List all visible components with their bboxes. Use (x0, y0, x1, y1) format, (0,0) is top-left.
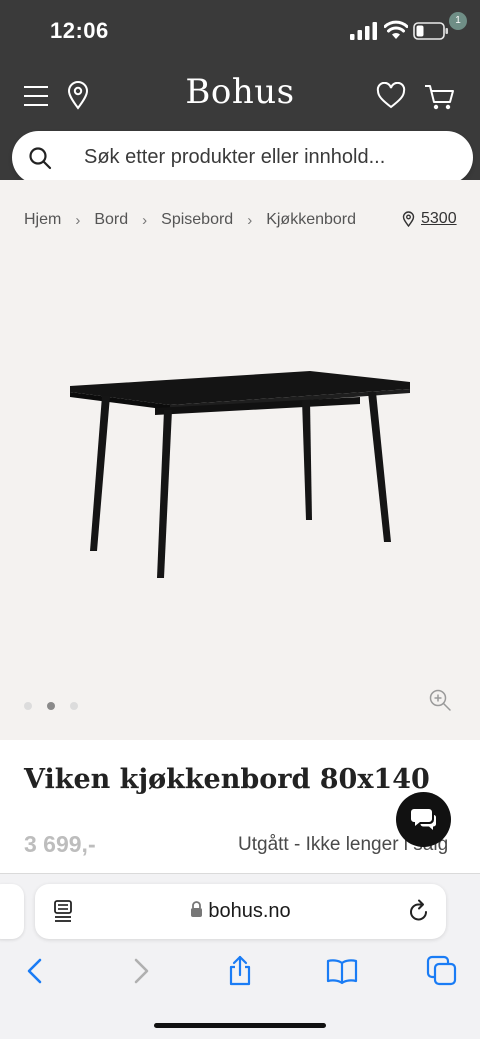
gallery-pagination (24, 702, 93, 710)
location-pin-icon (402, 211, 415, 227)
zoom-in-icon[interactable] (428, 688, 452, 712)
battery-icon (413, 22, 448, 40)
status-time: 12:06 (50, 18, 109, 43)
breadcrumb-home[interactable]: Hjem (24, 211, 61, 229)
gallery-dot[interactable] (24, 702, 32, 710)
previous-tab-peek[interactable] (0, 884, 24, 939)
breadcrumb-bord[interactable]: Bord (94, 211, 128, 229)
back-arrow-icon[interactable] (20, 955, 52, 987)
cellular-signal-icon (350, 22, 377, 40)
shopping-cart-icon[interactable] (423, 80, 457, 112)
zip-code: 5300 (421, 210, 457, 227)
breadcrumb-spisebord[interactable]: Spisebord (161, 211, 233, 229)
brand-logo[interactable]: Bohus (0, 72, 480, 112)
zip-code-selector[interactable]: 5300 (402, 210, 457, 228)
search-placeholder: Søk etter produkter eller innhold... (84, 146, 386, 168)
address-bar[interactable]: bohus.no (35, 884, 446, 939)
wifi-icon (384, 20, 408, 39)
cart-count-badge: 1 (449, 12, 467, 30)
reload-icon[interactable] (407, 898, 431, 924)
product-image-table[interactable] (60, 360, 420, 590)
tabs-icon[interactable] (426, 955, 458, 987)
chevron-right-icon: › (247, 211, 253, 229)
wishlist-heart-icon[interactable] (376, 82, 406, 110)
home-indicator[interactable] (154, 1023, 326, 1028)
status-bar: 12:06 (0, 0, 480, 62)
forward-arrow-icon[interactable] (124, 955, 156, 987)
bookmarks-icon[interactable] (326, 955, 358, 987)
product-price: 3 699,- (24, 831, 96, 857)
search-input[interactable]: Søk etter produkter eller innhold... (12, 131, 473, 184)
chat-bubble-icon (411, 809, 437, 830)
breadcrumb-kjokkenbord[interactable]: Kjøkkenbord (266, 211, 356, 229)
gallery-dot-active[interactable] (47, 702, 55, 710)
url-display: bohus.no (35, 900, 446, 923)
lock-icon (191, 901, 203, 917)
site-header: Bohus (0, 62, 480, 130)
product-title: Viken kjøkkenbord 80x140 (24, 764, 430, 795)
chevron-right-icon: › (75, 211, 81, 229)
share-icon[interactable] (224, 955, 256, 987)
breadcrumb: Hjem › Bord › Spisebord › Kjøkkenbord (24, 211, 356, 229)
gallery-dot[interactable] (70, 702, 78, 710)
search-icon (29, 147, 52, 170)
chat-button[interactable] (396, 792, 451, 847)
chevron-right-icon: › (142, 211, 148, 229)
url-text: bohus.no (208, 900, 291, 922)
